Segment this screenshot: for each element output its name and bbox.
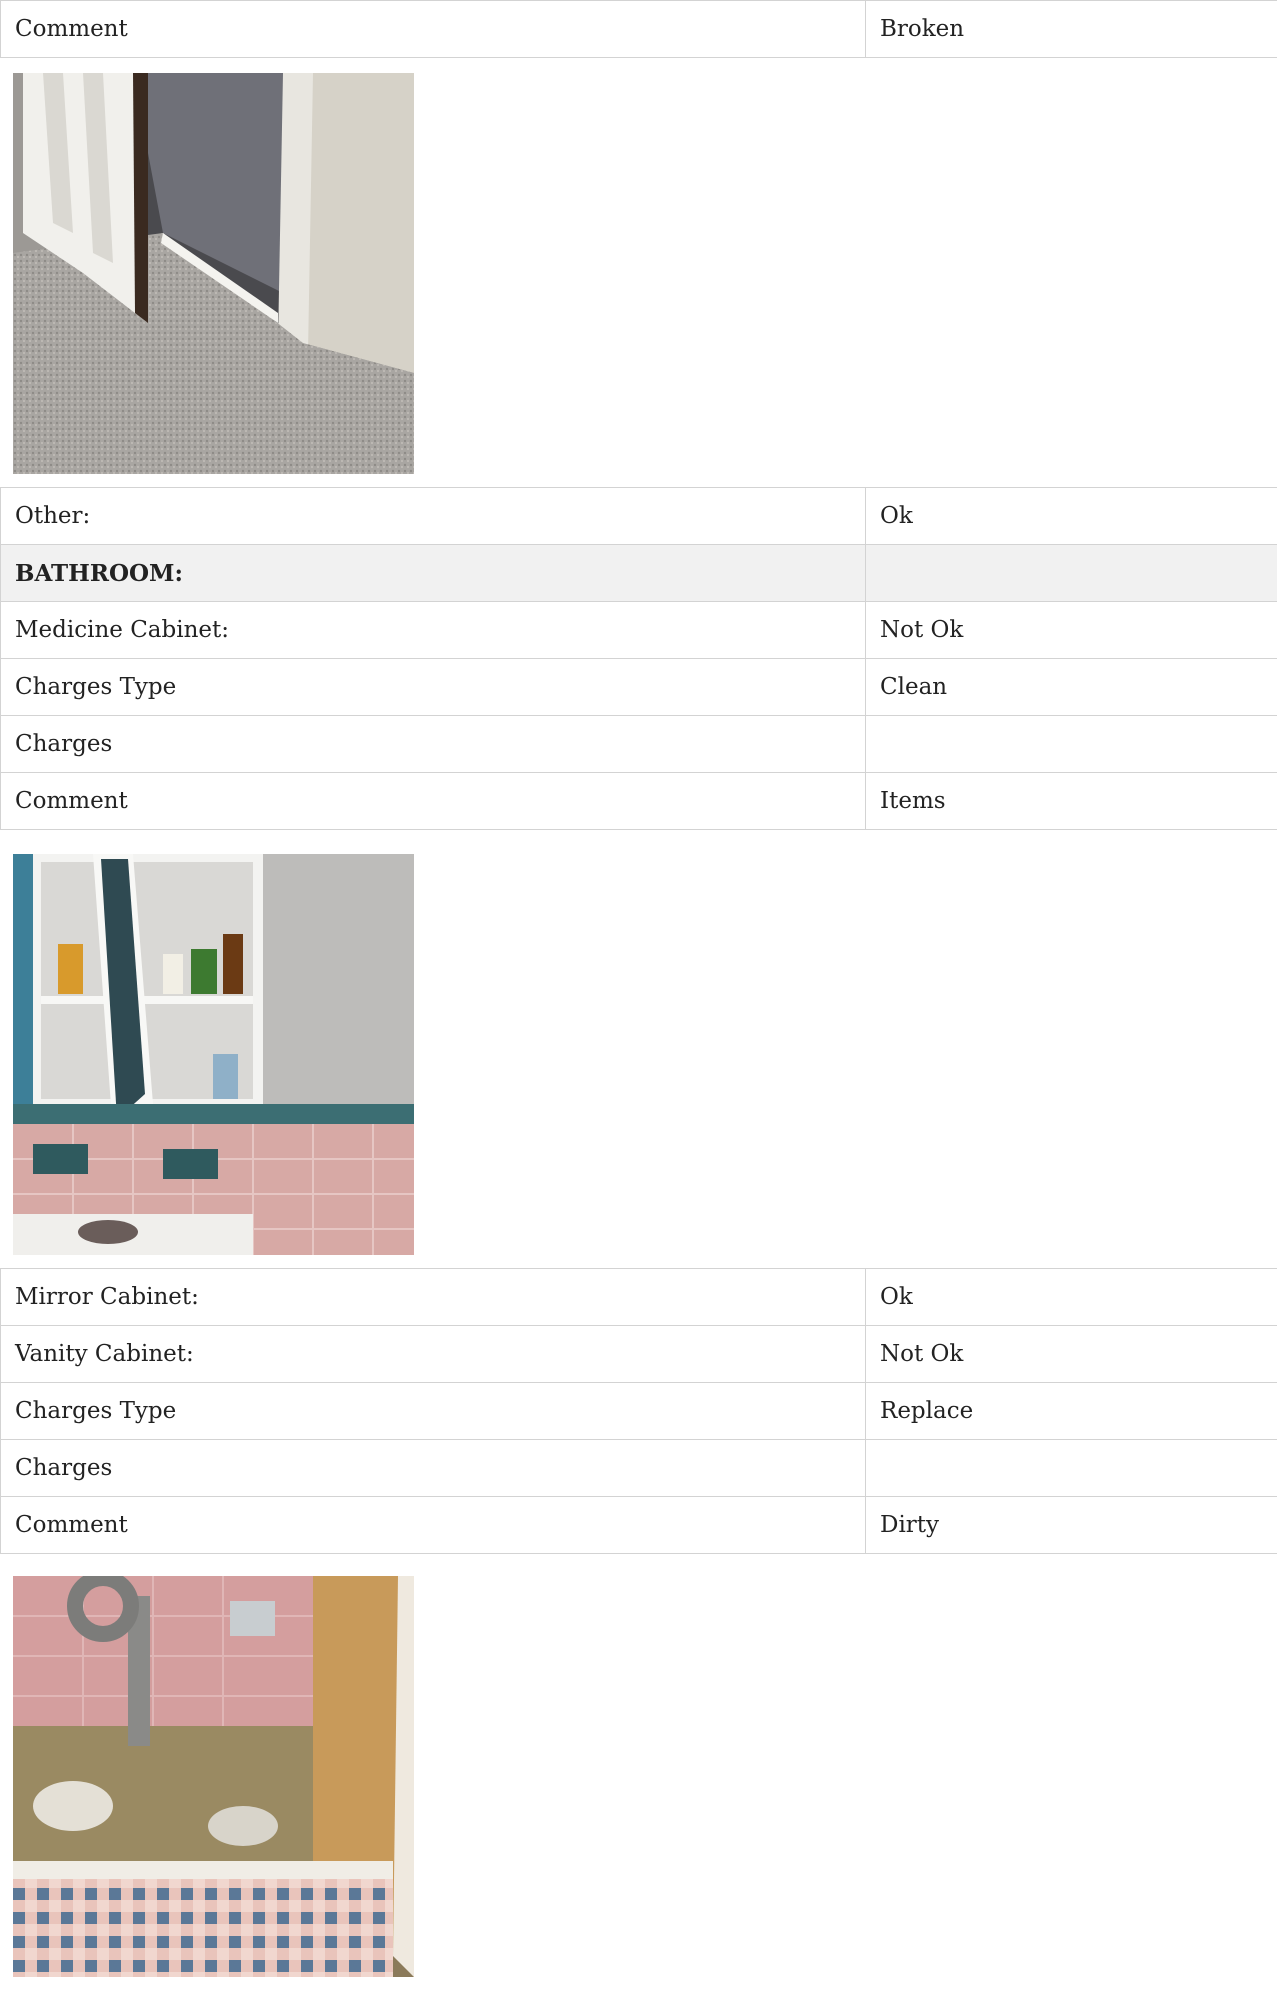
row-label: Charges xyxy=(0,715,866,773)
row-label: Charges Type xyxy=(0,1382,866,1440)
row-value: Ok xyxy=(865,487,1277,545)
table-row: Comment Dirty xyxy=(0,1496,1277,1554)
row-value: Not Ok xyxy=(865,601,1277,659)
row-value: Ok xyxy=(865,1268,1277,1326)
table-row: Comment Items xyxy=(0,772,1277,830)
row-label: Comment xyxy=(0,0,866,58)
table-row: Charges Type Clean xyxy=(0,658,1277,716)
row-value: Items xyxy=(865,772,1277,830)
row-label: Charges xyxy=(0,1439,866,1497)
row-label: Mirror Cabinet: xyxy=(0,1268,866,1326)
row-label: Comment xyxy=(0,772,866,830)
row-label: Vanity Cabinet: xyxy=(0,1325,866,1383)
table-row: Mirror Cabinet: Ok xyxy=(0,1268,1277,1326)
medicine-cabinet-photo[interactable] xyxy=(13,854,414,1255)
section-heading: BATHROOM: xyxy=(0,544,866,602)
row-value xyxy=(865,1439,1277,1497)
table-row: Charges Type Replace xyxy=(0,1382,1277,1440)
row-value: Clean xyxy=(865,658,1277,716)
table-row: Medicine Cabinet: Not Ok xyxy=(0,601,1277,659)
door-photo[interactable] xyxy=(13,73,414,474)
table-row: Charges xyxy=(0,1439,1277,1497)
row-value: Dirty xyxy=(865,1496,1277,1554)
row-label: Comment xyxy=(0,1496,866,1554)
inspection-table-1: Comment Broken xyxy=(0,0,1277,58)
table-row: Other: Ok xyxy=(0,487,1277,545)
row-value: Not Ok xyxy=(865,1325,1277,1383)
table-row: Vanity Cabinet: Not Ok xyxy=(0,1325,1277,1383)
row-value xyxy=(865,544,1277,602)
inspection-table-3: Mirror Cabinet: Ok Vanity Cabinet: Not O… xyxy=(0,1268,1277,1554)
row-label: Medicine Cabinet: xyxy=(0,601,866,659)
section-heading-row: BATHROOM: xyxy=(0,544,1277,602)
row-value: Replace xyxy=(865,1382,1277,1440)
vanity-cabinet-photo[interactable] xyxy=(13,1576,414,1977)
row-label: Other: xyxy=(0,487,866,545)
row-label: Charges Type xyxy=(0,658,866,716)
row-value: Broken xyxy=(865,0,1277,58)
row-value xyxy=(865,715,1277,773)
inspection-table-2: Other: Ok BATHROOM: Medicine Cabinet: No… xyxy=(0,487,1277,830)
table-row: Comment Broken xyxy=(0,0,1277,58)
table-row: Charges xyxy=(0,715,1277,773)
